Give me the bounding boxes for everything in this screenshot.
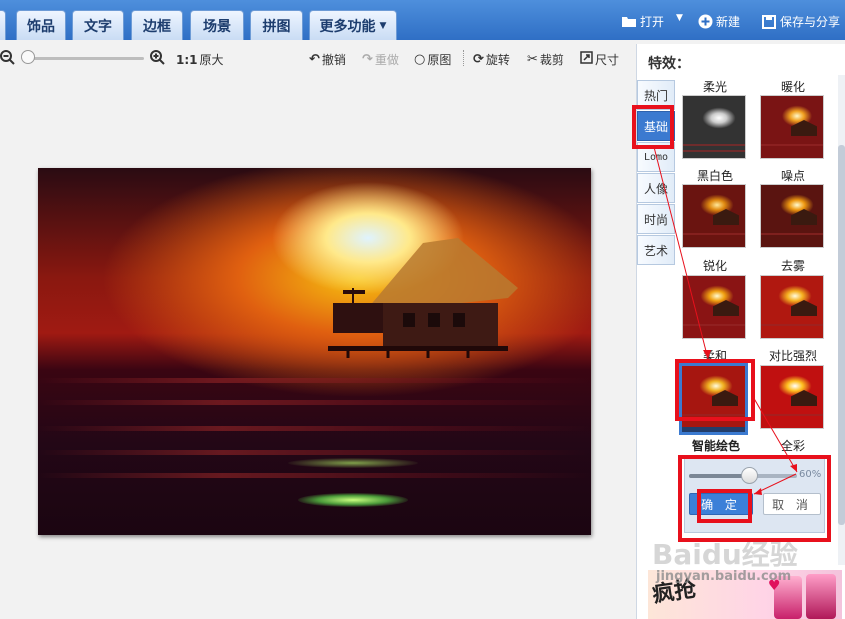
plus-circle-icon <box>697 14 713 29</box>
toolbar-divider <box>463 50 464 66</box>
effect-thumb-noise[interactable] <box>760 184 824 248</box>
crop-button[interactable]: ✂ 裁剪 <box>527 51 564 68</box>
more-features-label: 更多功能 <box>319 18 376 35</box>
save-share-label: 保存与分享 <box>780 15 841 29</box>
phone-image <box>806 574 836 619</box>
effect-label-smart-color: 智能绘色 <box>691 439 740 453</box>
effect-label-soft-light: 柔光 <box>702 80 727 94</box>
category-label: Lomo <box>643 151 669 163</box>
effects-title: 特效： <box>648 56 690 72</box>
new-button[interactable]: 新建 <box>697 13 740 30</box>
open-button[interactable]: 打开 <box>621 13 664 30</box>
effect-thumb-high-contrast[interactable] <box>760 365 824 429</box>
undo-button[interactable]: ↶ 撤销 <box>309 51 346 68</box>
save-icon <box>761 14 777 29</box>
zoom-in-button[interactable] <box>150 50 165 69</box>
zoom-in-icon <box>150 50 165 69</box>
rotate-button[interactable]: ⟳ 旋转 <box>473 51 510 68</box>
tab-label: 饰品 <box>27 18 55 35</box>
tab-label: 场景 <box>203 18 231 35</box>
zoom-out-icon <box>0 50 15 69</box>
top-bar: 饰品 文字 边框 场景 拼图 更多功能 ▼ 打开 ▼ 新建 保存与分享 <box>0 0 845 40</box>
caret-down-icon: ▼ <box>379 20 387 31</box>
annotation-highlight-basic-tab <box>632 105 674 149</box>
effect-label-black-white: 黑白色 <box>696 169 733 183</box>
effect-label-noise: 噪点 <box>780 169 805 183</box>
effect-thumb-sharpen[interactable] <box>682 275 746 339</box>
rotate-icon: ⟳ <box>473 52 484 67</box>
redo-icon: ↷ <box>362 52 373 67</box>
water-reflection <box>38 378 591 383</box>
water-reflection <box>38 473 591 478</box>
effects-scrollbar-thumb[interactable] <box>838 145 845 525</box>
more-features-menu[interactable]: 更多功能 ▼ <box>309 10 397 40</box>
tab-border[interactable]: 边框 <box>131 10 183 40</box>
open-dropdown-arrow-icon[interactable]: ▼ <box>676 13 683 23</box>
open-label: 打开 <box>640 15 665 29</box>
category-tab-fashion[interactable]: 时尚 <box>637 204 675 234</box>
redo-button[interactable]: ↷ 重做 <box>362 51 399 68</box>
effect-thumb-warm[interactable] <box>760 95 824 159</box>
tab-label: 拼图 <box>262 18 291 35</box>
crop-label: 裁剪 <box>539 53 564 67</box>
water-reflection <box>38 426 591 431</box>
effect-label-high-contrast: 对比强烈 <box>768 349 817 363</box>
effect-label-sharpen: 锐化 <box>702 259 727 273</box>
category-label: 人像 <box>643 181 668 196</box>
promo-text: 疯抢 <box>650 577 698 608</box>
rotate-label: 旋转 <box>485 53 510 67</box>
resize-button[interactable]: 尺寸 <box>580 51 619 68</box>
actual-size-button[interactable]: 1:1 原大 <box>176 51 224 68</box>
category-label: 热门 <box>643 88 668 103</box>
category-label: 时尚 <box>643 212 668 227</box>
size-label: 尺寸 <box>595 53 620 67</box>
original-label: 原图 <box>427 53 452 67</box>
effect-label-full-color: 全彩 <box>780 439 805 453</box>
folder-icon <box>621 15 637 29</box>
scissors-icon: ✂ <box>527 52 538 67</box>
water-reflection <box>38 450 591 455</box>
undo-label: 撤销 <box>321 53 346 67</box>
zoom-out-button[interactable] <box>0 50 15 69</box>
category-label: 艺术 <box>643 243 668 258</box>
save-share-button[interactable]: 保存与分享 <box>761 13 840 30</box>
tab-scene[interactable]: 场景 <box>190 10 244 40</box>
tab-previous-partial[interactable] <box>0 10 6 40</box>
tab-label: 边框 <box>143 18 171 35</box>
tab-label: 文字 <box>84 18 112 35</box>
water-glow <box>288 458 418 468</box>
circle-icon: ○ <box>414 52 426 67</box>
effect-thumb-soft-light[interactable] <box>682 95 746 159</box>
water-reflection <box>38 400 591 405</box>
category-tab-art[interactable]: 艺术 <box>637 235 675 265</box>
effect-label-defog: 去雾 <box>780 259 805 273</box>
water-glow <box>298 493 408 507</box>
category-tab-portrait[interactable]: 人像 <box>637 173 675 203</box>
zoom-slider-handle[interactable] <box>21 50 35 64</box>
tab-accessories[interactable]: 饰品 <box>16 10 66 40</box>
annotation-highlight-mild-effect <box>675 359 755 421</box>
annotation-highlight-confirm <box>697 489 752 523</box>
effect-thumb-black-white[interactable] <box>682 184 746 248</box>
effect-label-warm: 暖化 <box>780 80 805 94</box>
tab-text[interactable]: 文字 <box>72 10 124 40</box>
stilt-house-silhouette <box>328 238 518 358</box>
original-button[interactable]: ○ 原图 <box>414 51 451 68</box>
zoom-slider-track[interactable] <box>26 57 144 60</box>
actual-size-label: 原大 <box>199 53 224 67</box>
new-label: 新建 <box>716 15 741 29</box>
effect-thumb-defog[interactable] <box>760 275 824 339</box>
edited-photo-canvas[interactable] <box>38 168 591 535</box>
photo-editor: { "topbar": { "tabs": ["饰品", "文字", "边框",… <box>0 0 845 619</box>
redo-label: 重做 <box>374 53 399 67</box>
heart-icon: ♥ <box>768 578 781 594</box>
actual-size-icon: 1:1 <box>176 52 198 67</box>
tab-collage[interactable]: 拼图 <box>250 10 303 40</box>
resize-icon <box>580 51 593 68</box>
promo-banner[interactable]: 疯抢 ♥ <box>648 570 842 619</box>
undo-icon: ↶ <box>309 52 320 67</box>
